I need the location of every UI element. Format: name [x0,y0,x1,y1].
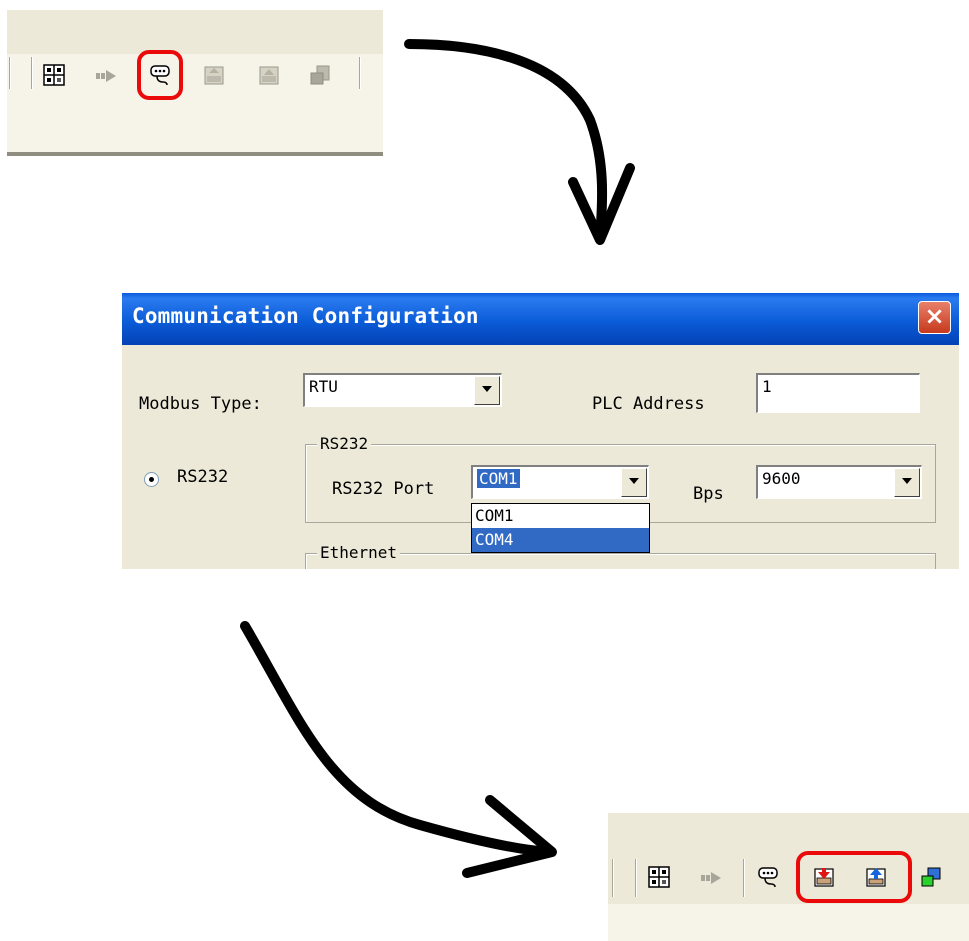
bps-select[interactable]: 9600 [756,465,922,499]
plc-address-value: 1 [762,377,772,396]
modbus-type-label: Modbus Type: [139,394,262,414]
chevron-down-icon[interactable] [474,376,500,405]
rs232-port-select[interactable]: COM1 [471,465,649,499]
modbus-type-value: RTU [309,377,338,396]
download-upload-highlight [796,851,912,903]
toolbar-empty-row [608,904,969,941]
bps-label: Bps [693,484,724,504]
network-icon[interactable] [920,866,942,888]
toolbar-separator [635,859,636,897]
bps-value: 9600 [762,469,801,488]
toolbar-separator [612,859,613,897]
port-option-com1[interactable]: COM1 [472,504,649,528]
bottom-toolbar-panel [608,813,969,941]
run-icon[interactable] [700,867,722,889]
close-button[interactable]: × [918,301,951,334]
chevron-down-icon[interactable] [621,468,647,497]
plc-address-label: PLC Address [592,394,705,414]
rs232-group-label: RS232 [317,434,372,453]
ethernet-group-label: Ethernet [317,543,401,562]
port-option-com4[interactable]: COM4 [472,528,649,552]
toolbar-top-row [608,813,969,853]
communication-dialog: Communication Configuration × Modbus Typ… [122,293,959,569]
rs232-port-value: COM1 [477,469,520,488]
grid-icon[interactable] [648,866,670,888]
plc-address-input[interactable]: 1 [756,373,920,413]
modbus-type-select[interactable]: RTU [303,373,502,407]
chevron-down-icon[interactable] [894,468,920,497]
communication-icon[interactable] [757,866,779,888]
rs232-radio-label: RS232 [177,467,229,487]
rs232-port-label: RS232 Port [332,479,435,499]
toolbar-separator [743,859,744,897]
dialog-titlebar: Communication Configuration × [122,293,959,345]
rs232-radio[interactable] [144,472,159,487]
arrow-top [404,39,608,243]
dialog-title: Communication Configuration [132,304,479,328]
port-dropdown-list: COM1 COM4 [471,503,650,553]
